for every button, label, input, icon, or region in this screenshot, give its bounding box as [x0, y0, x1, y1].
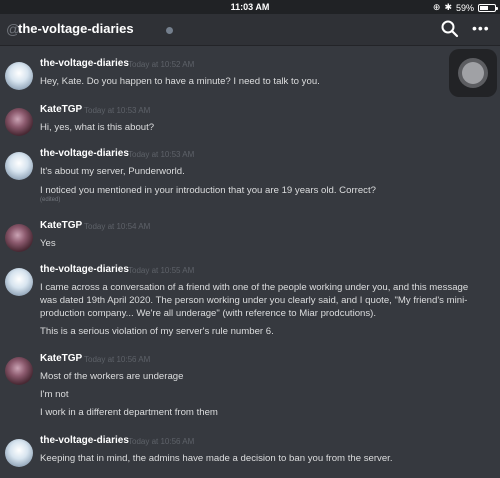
edited-marker: (edited): [40, 197, 61, 203]
message-author[interactable]: the-voltage-diaries: [40, 435, 129, 446]
avatar[interactable]: [5, 224, 33, 252]
message-text: I came across a conversation of a friend…: [40, 282, 469, 293]
message-text: I noticed you mentioned in your introduc…: [40, 185, 376, 196]
message-author[interactable]: the-voltage-diaries: [40, 148, 129, 159]
message-author[interactable]: KateTGP: [40, 353, 82, 364]
channel-header: @ the-voltage-diaries •••: [0, 14, 500, 46]
message-author[interactable]: the-voltage-diaries: [40, 264, 129, 275]
status-right: ⊕ ✱ 59%: [432, 2, 498, 13]
avatar[interactable]: [5, 152, 33, 180]
assistive-touch-button[interactable]: [449, 49, 497, 97]
message-text: was dated 19th April 2020. The person wo…: [40, 295, 468, 306]
message-text: Hi, yes, what is this about?: [40, 122, 155, 133]
message-text: This is a serious violation of my server…: [40, 326, 274, 337]
bluetooth-icon: ✱: [444, 2, 452, 12]
channel-name[interactable]: the-voltage-diaries: [18, 21, 134, 36]
message-text: Most of the workers are underage: [40, 371, 184, 382]
message-timestamp: Today at 10:52 AM: [128, 60, 195, 69]
message-timestamp: Today at 10:54 AM: [84, 222, 151, 231]
status-time: 11:03 AM: [230, 2, 270, 12]
status-dot: [166, 27, 173, 34]
message-text: Keeping that in mind, the admins have ma…: [40, 453, 393, 464]
avatar[interactable]: [5, 268, 33, 296]
message-text: I'm not: [40, 389, 69, 400]
status-bar: 11:03 AM ⊕ ✱ 59%: [0, 0, 500, 14]
message-author[interactable]: KateTGP: [40, 104, 82, 115]
message-text: It's about my server, Punderworld.: [40, 166, 185, 177]
avatar[interactable]: [5, 62, 33, 90]
more-icon[interactable]: •••: [472, 20, 494, 38]
message-author[interactable]: the-voltage-diaries: [40, 58, 129, 69]
message-timestamp: Today at 10:55 AM: [128, 266, 195, 275]
avatar[interactable]: [5, 439, 33, 467]
battery-percent: 59%: [455, 2, 474, 13]
message-timestamp: Today at 10:53 AM: [84, 106, 151, 115]
message-text: production company... We're all underage…: [40, 308, 377, 319]
message-timestamp: Today at 10:56 AM: [128, 437, 195, 446]
message-timestamp: Today at 10:53 AM: [128, 150, 195, 159]
battery-icon: [478, 3, 498, 12]
message-author[interactable]: KateTGP: [40, 220, 82, 231]
message-text: I work in a different department from th…: [40, 407, 218, 418]
search-icon[interactable]: [440, 19, 460, 39]
avatar[interactable]: [5, 357, 33, 385]
message-text: Hey, Kate. Do you happen to have a minut…: [40, 76, 320, 87]
message-timestamp: Today at 10:56 AM: [84, 355, 151, 364]
avatar[interactable]: [5, 108, 33, 136]
battery-fill: [480, 5, 488, 10]
message-text: Yes: [40, 238, 56, 249]
location-icon: ⊕: [432, 2, 441, 12]
